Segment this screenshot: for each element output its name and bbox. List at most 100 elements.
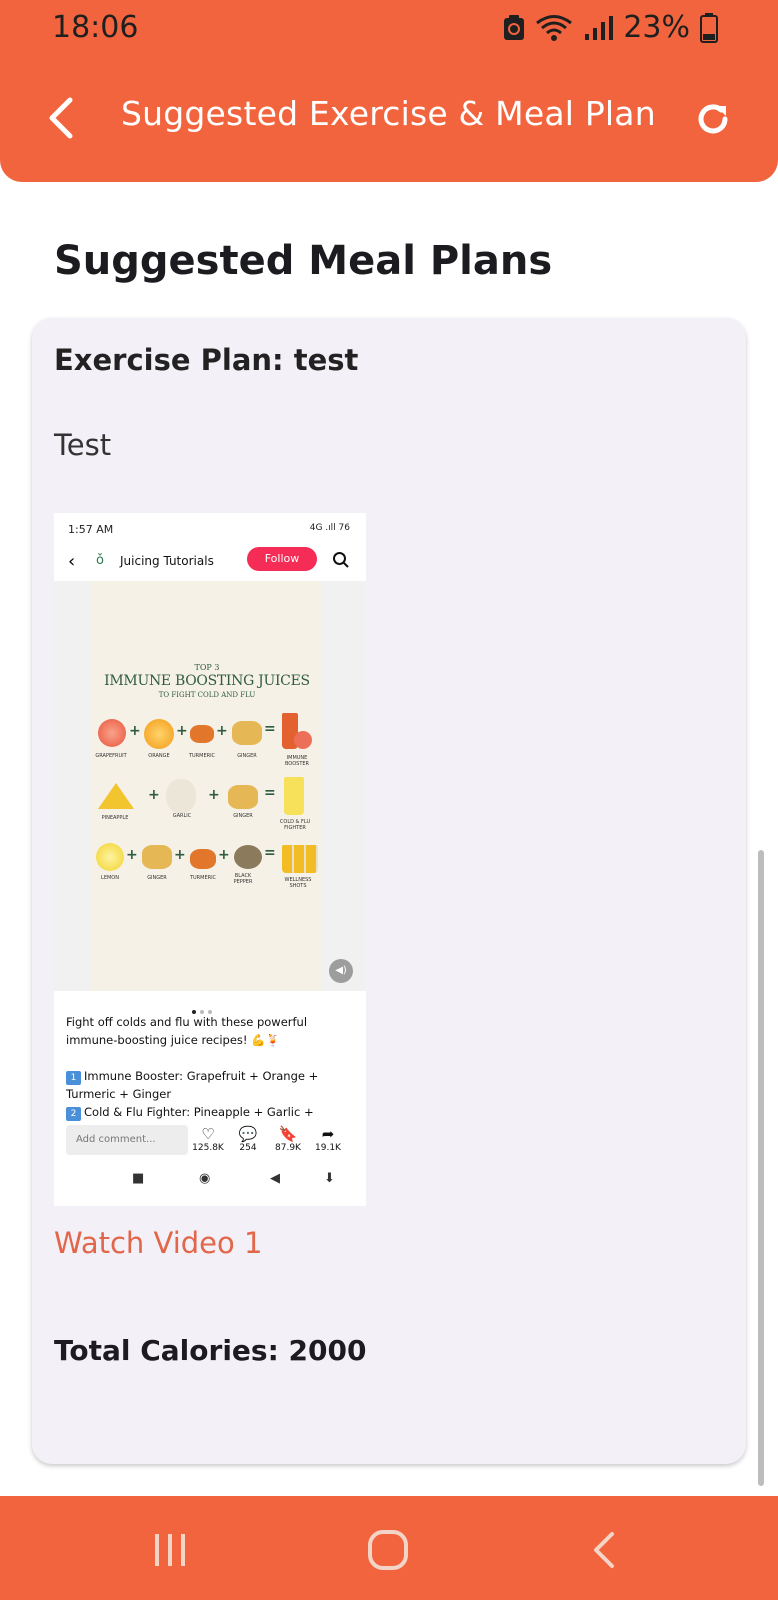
image-stop-icon: ■ (132, 1171, 145, 1186)
bookmark-icon: 🔖 (278, 1125, 298, 1143)
exercise-plan-card: Exercise Plan: test Test 1:57 AM 4G .ıll… (32, 318, 746, 1464)
plus-sign: + (218, 847, 230, 863)
orange-icon (144, 719, 174, 749)
ginger-icon (232, 721, 262, 745)
back-nav-button[interactable] (574, 1524, 634, 1576)
juice-poster: TOP 3 IMMUNE BOOSTING JUICES TO FIGHT CO… (54, 581, 366, 991)
app-bar: Suggested Exercise & Meal Plan (0, 80, 778, 160)
poster-row-2: + + = PINEAPPLE GARLIC GINGER COLD & FLU… (92, 777, 322, 837)
lemon-icon (96, 843, 124, 871)
carousel-dots (192, 999, 232, 1014)
signal-icon (585, 15, 614, 40)
plan-image: 1:57 AM 4G .ıll 76 ‹ ǒ Juicing Tutorials… (54, 513, 366, 1206)
poster-subline: TO FIGHT COLD AND FLU (158, 691, 256, 699)
page-title: Suggested Exercise & Meal Plan (121, 94, 656, 133)
status-bar: 18:06 23% (0, 0, 778, 56)
label-immune-booster: IMMUNE BOOSTER (284, 755, 310, 767)
label-turmeric: TURMERIC (188, 753, 216, 759)
card-description: Test (54, 428, 112, 462)
equals-sign: = (264, 845, 276, 861)
home-icon (368, 1530, 408, 1570)
comment-count: 254 (239, 1143, 257, 1153)
black-pepper-icon (234, 845, 262, 869)
comment-icon: 💬 (238, 1125, 258, 1143)
image-follow-badge: Follow (247, 547, 317, 571)
number-badge: 2 (66, 1107, 81, 1121)
ginger-icon (228, 785, 258, 809)
image-status-right: 4G .ıll 76 (309, 523, 350, 533)
poster-row-3: + + + = LEMON GINGER TURMERIC BLACK PEPP… (92, 837, 322, 897)
plus-sign: + (208, 787, 220, 803)
refresh-icon (698, 104, 728, 134)
label-garlic: GARLIC (172, 813, 192, 819)
app-header: 18:06 23% Suggested Exercise & Meal Plan (0, 0, 778, 182)
caption-line: Cold & Flu Fighter: Pineapple + Garlic + (84, 1105, 314, 1119)
image-search-icon (333, 552, 349, 568)
label-ginger: GINGER (233, 813, 253, 819)
poster-content: TOP 3 IMMUNE BOOSTING JUICES TO FIGHT CO… (92, 581, 322, 991)
status-icons: 23% (503, 10, 718, 45)
image-system-nav: ■ ◉ ◀ ⬇ (54, 1165, 366, 1195)
turmeric-icon (190, 849, 216, 869)
section-title: Suggested Meal Plans (54, 238, 553, 284)
image-nav-bar: ‹ ǒ Juicing Tutorials Follow (54, 543, 366, 581)
share-icon: ➦ (321, 1125, 335, 1143)
number-badge: 1 (66, 1071, 81, 1085)
image-back-nav-icon: ◀ (270, 1171, 280, 1186)
label-black-pepper: BLACK PEPPER (233, 873, 253, 885)
recents-button[interactable] (140, 1524, 200, 1576)
image-home-icon: ◉ (199, 1171, 211, 1186)
back-button[interactable] (36, 90, 86, 146)
share-count: 19.1K (315, 1143, 341, 1153)
label-grapefruit: GRAPEFRUIT (95, 753, 127, 759)
status-time: 18:06 (52, 10, 139, 45)
like-count: 125.8K (192, 1143, 224, 1153)
back-nav-icon (594, 1532, 614, 1568)
plus-sign: + (174, 847, 186, 863)
heart-icon: ♡ (201, 1125, 215, 1143)
label-lemon: LEMON (101, 875, 119, 881)
garlic-icon (166, 779, 196, 813)
caption-line: Fight off colds and flu with these power… (66, 1015, 308, 1047)
wifi-icon (536, 14, 573, 41)
save-count: 87.9K (275, 1143, 301, 1153)
label-ginger: GINGER (237, 753, 257, 759)
plus-sign: + (176, 723, 188, 739)
label-cold-flu-fighter: COLD & FLU FIGHTER (279, 819, 311, 831)
equals-sign: = (264, 785, 276, 801)
ginger-icon (142, 845, 172, 869)
battery-icon (700, 12, 718, 43)
caption-line: Immune Booster: Grapefruit + Orange + Tu… (66, 1069, 319, 1101)
label-pineapple: PINEAPPLE (101, 815, 129, 821)
wellness-shots-icon (282, 845, 318, 873)
image-account-name: Juicing Tutorials (120, 554, 214, 568)
poster-headline: IMMUNE BOOSTING JUICES (104, 673, 310, 689)
card-title: Exercise Plan: test (54, 343, 359, 377)
equals-sign: = (264, 721, 276, 737)
plus-sign: + (216, 723, 228, 739)
image-caption: Fight off colds and flu with these power… (66, 1013, 356, 1121)
poster-row-1: + + + = GRAPEFRUIT ORANGE TURMERIC GINGE… (92, 713, 322, 773)
juice-glass-icon (284, 777, 304, 815)
plus-sign: + (129, 723, 141, 739)
pineapple-icon (98, 783, 134, 809)
image-save-stat: 🔖 87.9K (266, 1125, 310, 1153)
home-button[interactable] (358, 1524, 418, 1576)
sound-icon: ◀) (329, 959, 353, 983)
refresh-button[interactable] (686, 92, 740, 146)
scrollbar[interactable] (758, 850, 764, 1486)
image-share-stat: ➦ 19.1K (306, 1125, 350, 1153)
watch-video-link[interactable]: Watch Video 1 (54, 1226, 262, 1260)
image-more-icon: ⬇ (324, 1171, 335, 1186)
system-nav-bar (0, 1496, 778, 1600)
label-wellness-shots: WELLNESS SHOTS (284, 877, 312, 889)
image-time: 1:57 AM (68, 523, 114, 536)
label-turmeric: TURMERIC (189, 875, 217, 881)
recycle-notification-icon (504, 14, 525, 40)
back-arrow-icon (49, 97, 73, 139)
recents-icon (155, 1534, 185, 1566)
plus-sign: + (126, 847, 138, 863)
total-calories: Total Calories: 2000 (54, 1334, 367, 1367)
image-status-bar: 1:57 AM 4G .ıll 76 (54, 513, 366, 543)
image-account-logo-icon: ǒ (96, 553, 104, 568)
